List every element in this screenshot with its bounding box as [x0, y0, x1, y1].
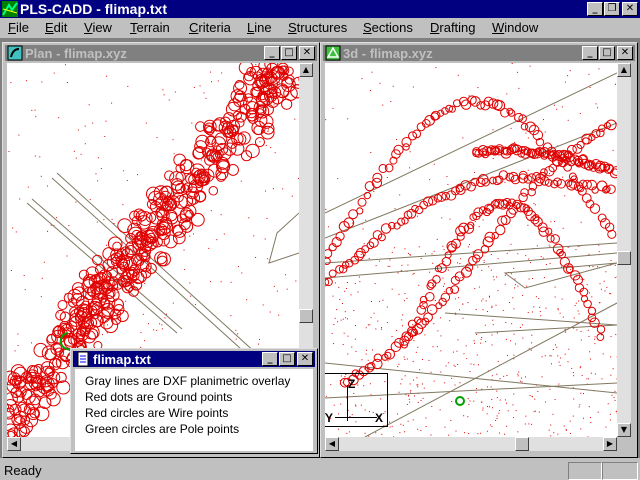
plan-close-button[interactable]: ✕ [299, 46, 315, 60]
pls-cadd-icon [2, 1, 18, 17]
scroll-up-button[interactable]: ▲ [299, 63, 313, 77]
3d-canvas[interactable]: Z Y X [325, 63, 617, 437]
plan-minimize-button[interactable]: _ [264, 46, 280, 60]
menu-file[interactable]: File [8, 20, 29, 35]
legend-maximize-button[interactable]: □ [279, 352, 295, 366]
3d-horizontal-scrollbar[interactable]: ◀ ▶ [325, 437, 617, 451]
3d-close-button[interactable]: ✕ [617, 46, 633, 60]
restore-button[interactable]: ❐ [604, 2, 620, 16]
legend-close-button[interactable]: ✕ [297, 352, 313, 366]
legend-minimize-button[interactable]: _ [262, 352, 278, 366]
axis-x-label: X [375, 411, 384, 425]
3d-title-bar[interactable]: 3d - flimap.xyz _ □ ✕ [323, 45, 635, 61]
menu-edit[interactable]: Edit [45, 20, 67, 35]
menu-view[interactable]: View [84, 20, 112, 35]
app-title-bar: PLS-CADD - flimap.txt _ ❐ ✕ [0, 0, 640, 18]
app-title: PLS-CADD - flimap.txt [20, 1, 167, 17]
text-file-icon [77, 351, 89, 367]
scroll-thumb[interactable] [299, 309, 313, 323]
axis-y-label: Y [325, 411, 334, 425]
3d-vertical-scrollbar[interactable]: ▲ ▼ [617, 63, 631, 437]
menu-drafting[interactable]: Drafting [430, 20, 476, 35]
scroll-up-button[interactable]: ▲ [617, 63, 631, 77]
scroll-right-button[interactable]: ▶ [603, 437, 617, 451]
legend-line: Red circles are Wire points [85, 406, 229, 420]
menu-structures[interactable]: Structures [288, 20, 347, 35]
mdi-workspace: Plan - flimap.xyz _ □ ✕ * ▲ ▼ ◀ ▶ 3d [0, 38, 640, 458]
menu-sections[interactable]: Sections [363, 20, 413, 35]
legend-line: Green circles are Pole points [85, 422, 240, 436]
3d-maximize-button[interactable]: □ [599, 46, 615, 60]
legend-title-bar[interactable]: flimap.txt _ □ ✕ [73, 351, 315, 367]
menu-criteria[interactable]: Criteria [189, 20, 231, 35]
plan-icon [7, 45, 23, 61]
scroll-thumb[interactable] [617, 251, 631, 265]
legend-title: flimap.txt [93, 352, 151, 367]
plan-title-bar[interactable]: Plan - flimap.xyz _ □ ✕ [5, 45, 317, 61]
3d-title: 3d - flimap.xyz [343, 46, 433, 61]
scroll-thumb[interactable] [515, 437, 529, 451]
status-panel [602, 462, 638, 480]
menu-line[interactable]: Line [247, 20, 272, 35]
status-text: Ready [4, 463, 42, 478]
legend-line: Red dots are Ground points [85, 390, 233, 404]
scroll-left-button[interactable]: ◀ [7, 437, 21, 451]
status-bar: Ready [0, 460, 640, 480]
menu-window[interactable]: Window [492, 20, 538, 35]
menu-terrain[interactable]: Terrain [130, 20, 170, 35]
legend-line: Gray lines are DXF planimetric overlay [85, 374, 291, 388]
legend-text-area[interactable]: Gray lines are DXF planimetric overlay R… [75, 369, 313, 451]
plan-maximize-button[interactable]: □ [281, 46, 297, 60]
3d-minimize-button[interactable]: _ [582, 46, 598, 60]
axis-z-label: Z [348, 377, 356, 391]
axis-triad: Z Y X [325, 373, 389, 429]
legend-window[interactable]: flimap.txt _ □ ✕ Gray lines are DXF plan… [70, 348, 318, 454]
status-panel [568, 462, 602, 480]
minimize-button[interactable]: _ [587, 2, 603, 16]
plan-title: Plan - flimap.xyz [25, 46, 127, 61]
menu-bar: File Edit View Terrain Criteria Line Structure… [0, 18, 640, 37]
close-button[interactable]: ✕ [622, 2, 638, 16]
scroll-down-button[interactable]: ▼ [617, 423, 631, 437]
scroll-left-button[interactable]: ◀ [325, 437, 339, 451]
3d-window[interactable]: 3d - flimap.xyz _ □ ✕ Z Y X ▲ ▼ ◀ ▶ [320, 42, 638, 458]
3d-icon [325, 45, 341, 61]
